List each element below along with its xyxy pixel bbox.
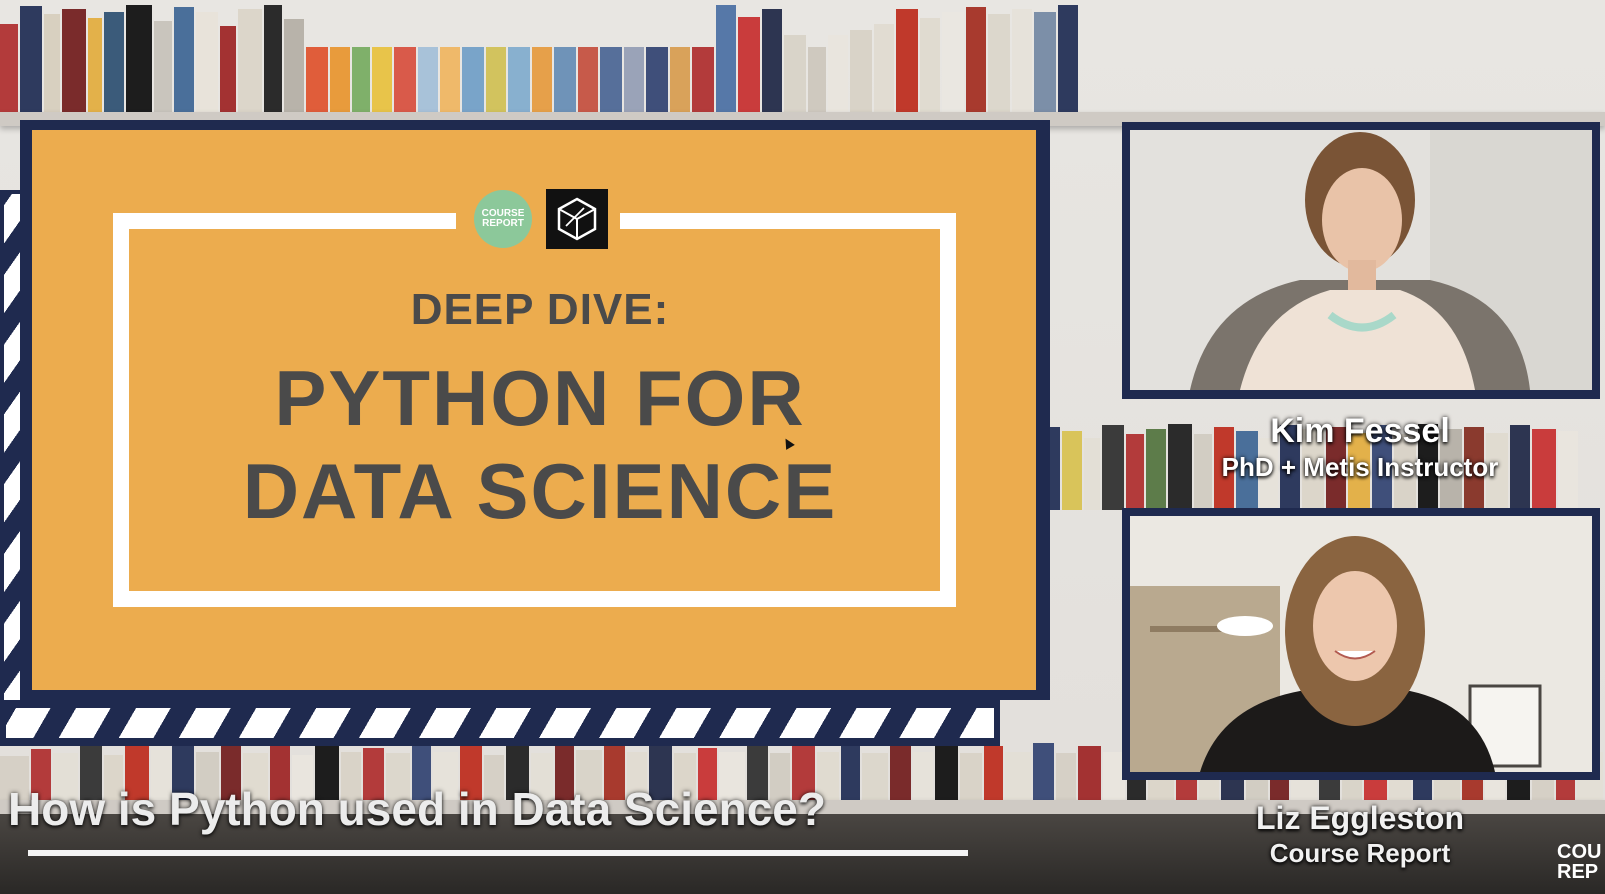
course-report-logo-text: COURSE REPORT [481, 208, 525, 229]
bottom-stripe-border [0, 700, 1000, 746]
top-book-row [0, 0, 1605, 118]
speaker-2-name: Liz Eggleston [1256, 800, 1464, 836]
speaker-1-role: PhD + Metis Instructor [1221, 452, 1499, 482]
slide-title-line1: PYTHON FOR [274, 354, 806, 442]
speaker-video-2 [1130, 516, 1592, 772]
metis-logo [546, 189, 608, 249]
corner-watermark-logo: COU REP [1557, 842, 1605, 882]
speaker-2-role: Course Report [1269, 838, 1451, 868]
speaker-video-1 [1130, 130, 1592, 390]
metis-logo-icon [557, 197, 597, 241]
slide-title-line2: DATA SCIENCE [242, 447, 838, 535]
caption-underline [28, 850, 968, 856]
corner-logo-line1: COU [1557, 842, 1602, 863]
corner-logo-line2: REP [1557, 861, 1599, 882]
speaker-1-name: Kim Fessel [1270, 412, 1450, 450]
caption-question: How is Python used in Data Science? [8, 783, 826, 835]
speaker-2-silhouette [1130, 516, 1592, 772]
speaker-1-silhouette [1130, 130, 1592, 390]
course-report-logo: COURSE REPORT [474, 190, 532, 248]
slide-subtitle: DEEP DIVE: [410, 285, 670, 334]
